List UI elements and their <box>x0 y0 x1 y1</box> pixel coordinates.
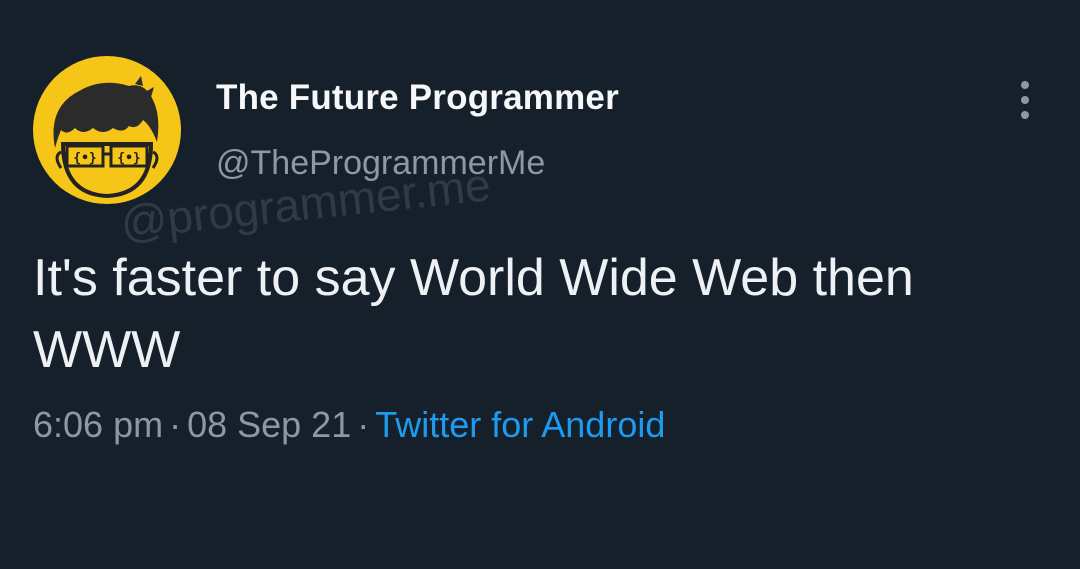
avatar[interactable]: {•} {•} <box>33 56 181 204</box>
meta-separator: · <box>357 404 370 445</box>
meta-separator: · <box>169 404 182 445</box>
programmer-avatar-icon: {•} {•} <box>53 76 159 199</box>
tweet-source-link[interactable]: Twitter for Android <box>375 404 665 445</box>
tweet-time[interactable]: 6:06 pm <box>33 404 163 445</box>
author-display-name[interactable]: The Future Programmer <box>216 78 619 118</box>
tweet-text: It's faster to say World Wide Web then W… <box>33 249 914 379</box>
tweet-card: {•} {•} The Future Programmer @TheProgra… <box>0 0 1080 569</box>
svg-text:{•}: {•} <box>73 151 96 166</box>
svg-text:{•}: {•} <box>117 151 140 166</box>
tweet-date[interactable]: 08 Sep 21 <box>187 404 351 445</box>
tweet-meta: 6:06 pm · 08 Sep 21 · Twitter for Android <box>33 404 665 446</box>
more-options-button[interactable] <box>1008 78 1042 122</box>
more-vertical-icon <box>1021 81 1029 89</box>
